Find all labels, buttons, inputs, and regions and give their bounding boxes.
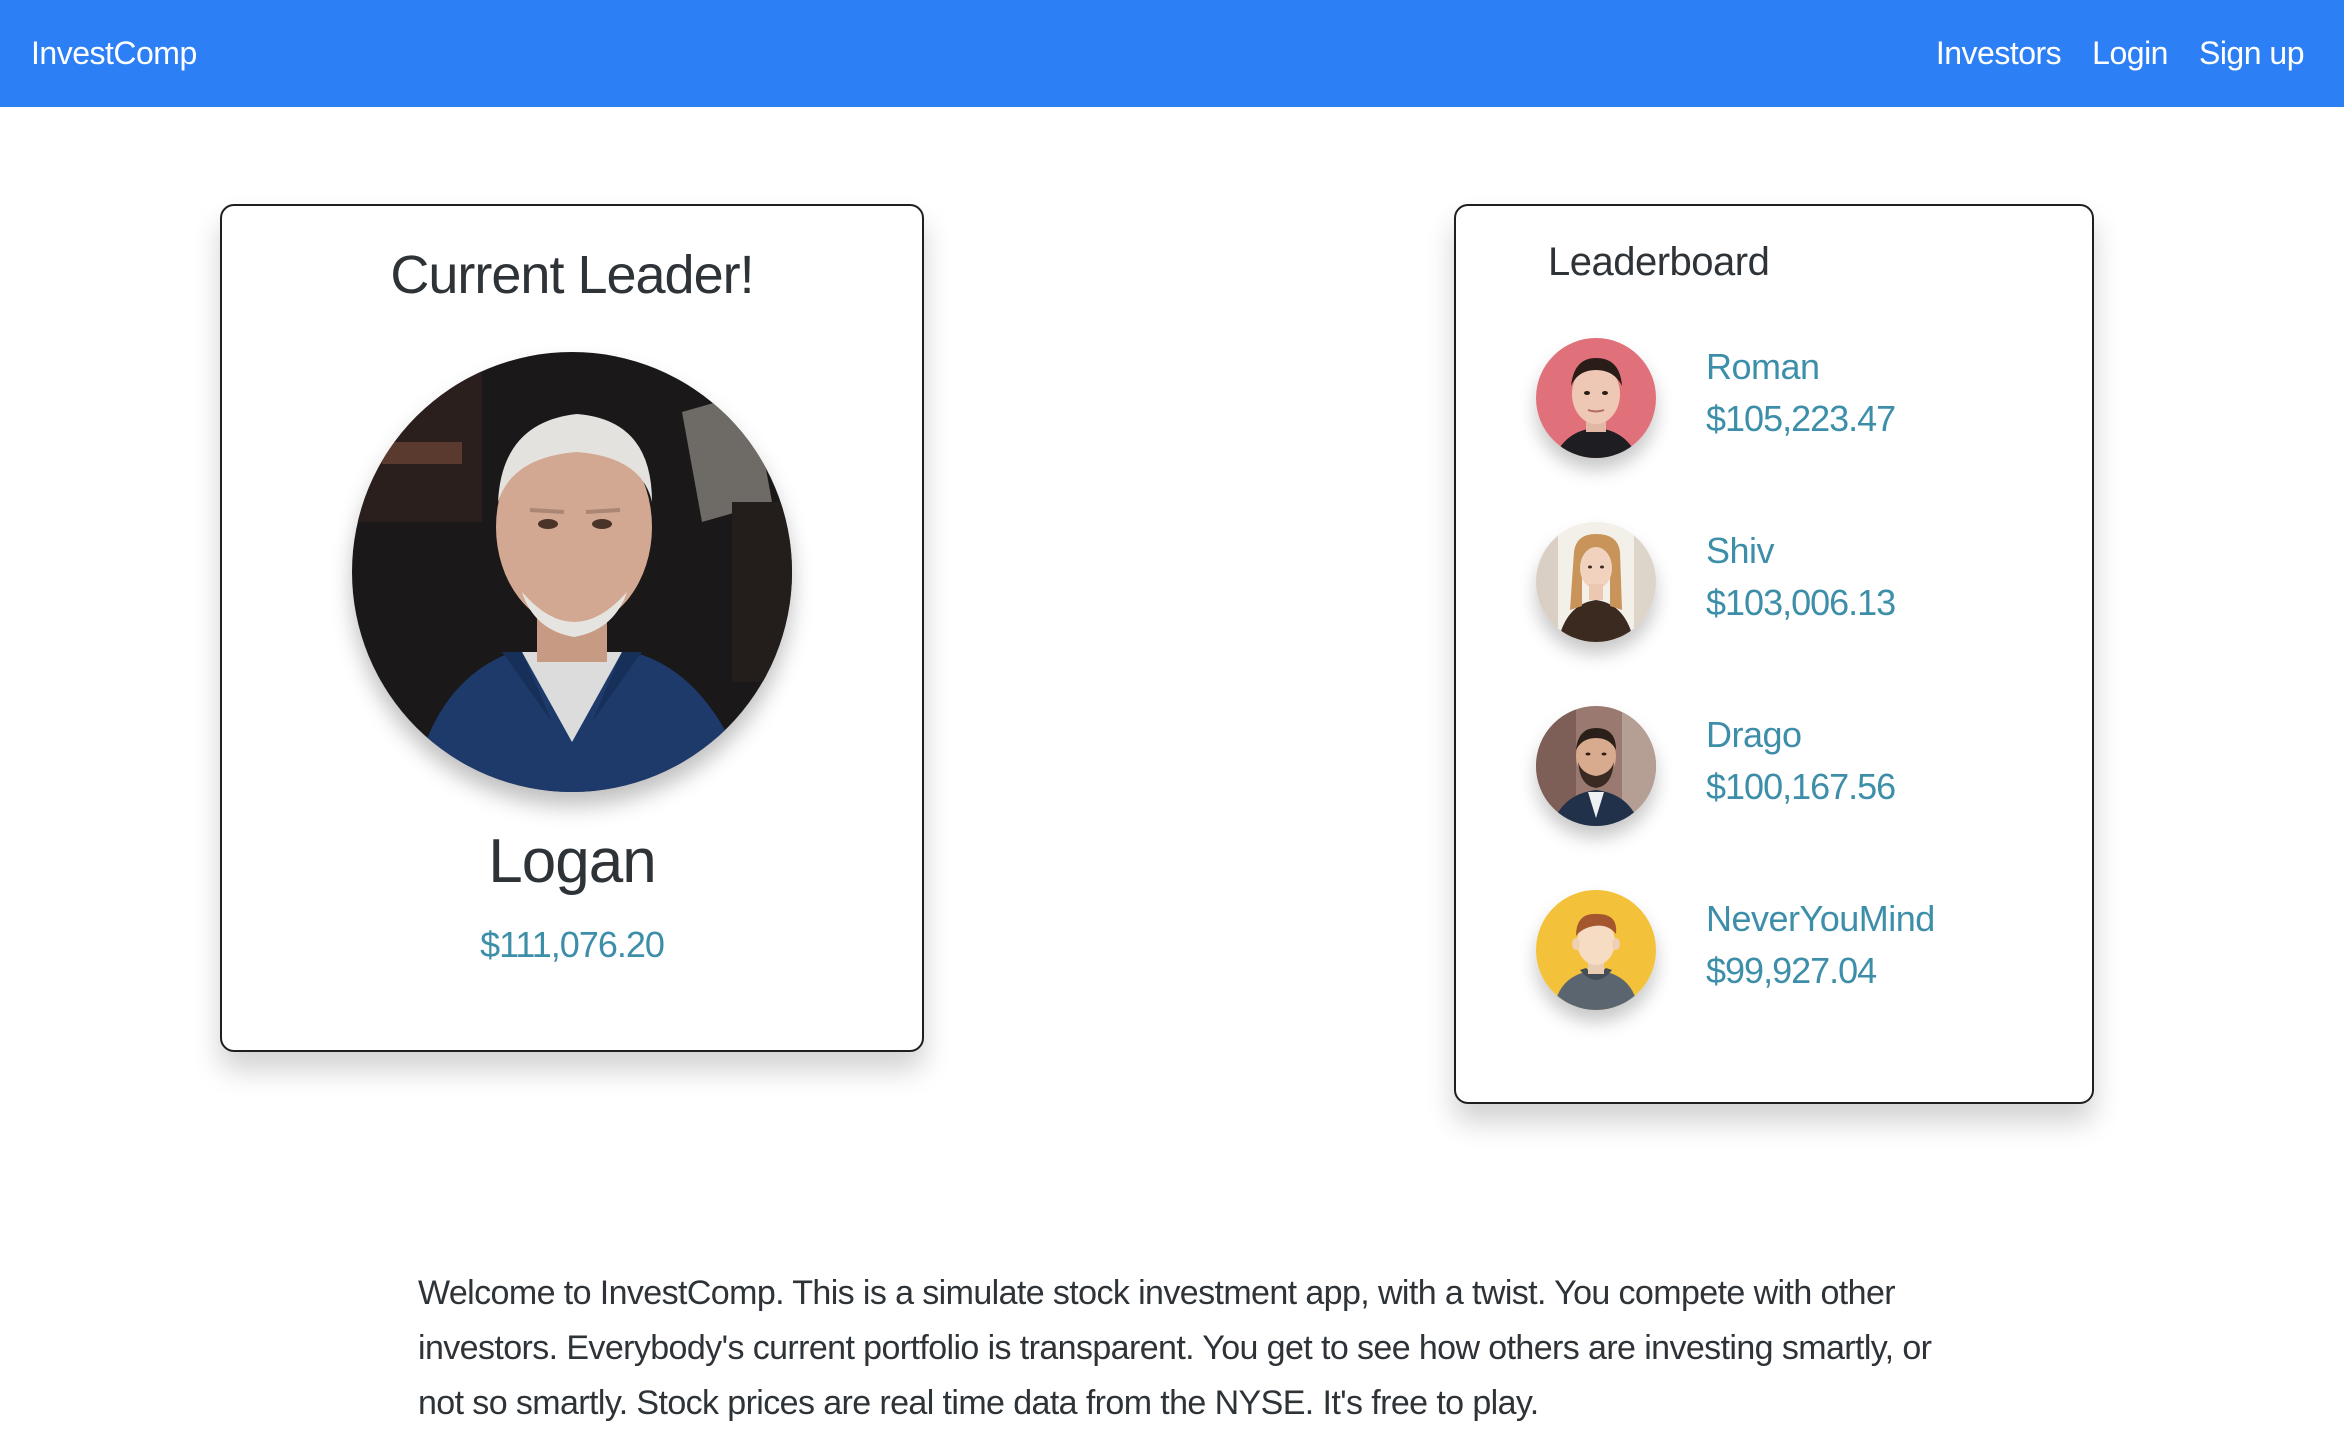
leaderboard-value: $103,006.13 [1706,582,1896,623]
leaderboard-value: $99,927.04 [1706,950,1877,991]
leader-card-title: Current Leader! [390,245,754,305]
drago-avatar[interactable] [1536,706,1656,826]
leaderboard-item-shiv[interactable]: Shiv $103,006.13 [1456,514,2092,698]
navbar: InvestComp Investors Login Sign up [0,0,2344,107]
shiv-avatar[interactable] [1536,522,1656,642]
current-leader-card: Current Leader! Logan $111,076.20 [220,204,924,1052]
leaderboard-name[interactable]: Roman [1706,346,1820,388]
leaderboard-title: Leaderboard [1548,240,1770,284]
nav-links: Investors Login Sign up [1905,35,2305,72]
leaderboard-item-roman[interactable]: Roman $105,223.47 [1456,330,2092,514]
leaderboard-card: Leaderboard Roman $105,223.47 Shiv $103,… [1454,204,2094,1104]
leaderboard-item-neveryoumind[interactable]: NeverYouMind $99,927.04 [1456,882,2092,1066]
leaderboard-item-drago[interactable]: Drago $100,167.56 [1456,698,2092,882]
roman-avatar[interactable] [1536,338,1656,458]
default-user-avatar[interactable] [1536,890,1656,1010]
leaderboard-value: $105,223.47 [1706,398,1896,439]
nav-link-signup[interactable]: Sign up [2199,35,2305,72]
leaderboard-name[interactable]: Drago [1706,714,1802,756]
leader-portfolio-value: $111,076.20 [480,924,665,965]
leader-photo [352,352,792,792]
nav-link-investors[interactable]: Investors [1936,35,2062,72]
leaderboard-name[interactable]: NeverYouMind [1706,898,1935,940]
leaderboard-name[interactable]: Shiv [1706,530,1775,572]
leaderboard-value: $100,167.56 [1706,766,1896,807]
leaderboard-list: Roman $105,223.47 Shiv $103,006.13 Drago… [1456,330,2092,1066]
intro-paragraph: Welcome to InvestComp. This is a simulat… [418,1274,1932,1422]
nav-link-login[interactable]: Login [2092,35,2168,72]
brand-link[interactable]: InvestComp [31,35,197,72]
leader-name: Logan [488,827,656,896]
